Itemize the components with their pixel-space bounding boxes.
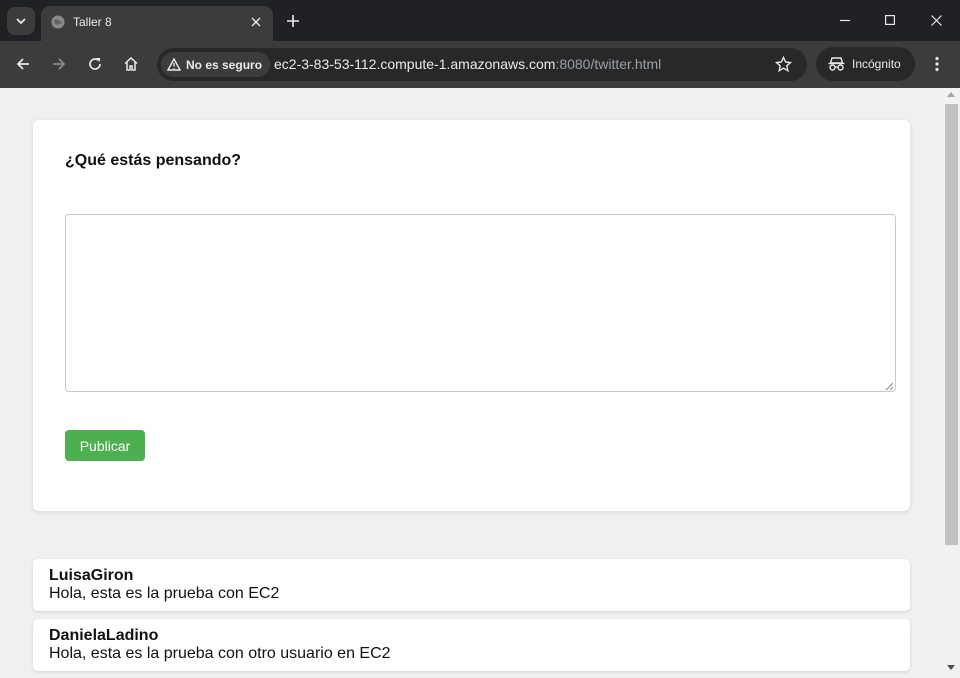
security-indicator[interactable]: No es seguro (161, 52, 271, 77)
home-icon (124, 56, 138, 71)
page-viewport: ¿Qué estás pensando? Publicar LuisaGiron… (0, 88, 943, 678)
browser-menu-button[interactable] (926, 52, 948, 76)
close-icon (251, 17, 261, 27)
post-message: Hola, esta es la prueba con otro usuario… (49, 645, 391, 662)
tab-search-button[interactable] (7, 7, 35, 35)
tab-active[interactable]: Taller 8 (41, 6, 273, 41)
reload-icon (89, 58, 101, 70)
url-path: :8080/twitter.html (555, 56, 662, 72)
more-icon (935, 56, 939, 72)
compose-title: ¿Qué estás pensando? (65, 152, 242, 169)
tab-search-icon (16, 18, 26, 25)
url-text: ec2-3-83-53-112.compute-1.amazonaws.com:… (274, 56, 661, 72)
post-textarea[interactable] (65, 214, 896, 392)
close-window-button[interactable] (913, 0, 959, 40)
maximize-button[interactable] (867, 0, 913, 40)
incognito-label: Incógnito (852, 57, 901, 71)
post-card: DanielaLadino Hola, esta es la prueba co… (33, 619, 910, 671)
bookmark-button[interactable] (773, 54, 793, 74)
tab-close-button[interactable] (247, 13, 265, 31)
incognito-indicator[interactable]: Incógnito (816, 47, 915, 81)
security-label: No es seguro (186, 57, 263, 72)
post-message: Hola, esta es la prueba con EC2 (49, 585, 280, 602)
new-tab-button[interactable] (282, 10, 304, 32)
back-icon (16, 58, 29, 70)
compose-card: ¿Qué estás pensando? Publicar (33, 120, 910, 511)
post-card: LuisaGiron Hola, esta es la prueba con E… (33, 559, 910, 611)
tab-title: Taller 8 (73, 15, 112, 29)
globe-icon (51, 15, 65, 29)
incognito-icon (828, 57, 845, 71)
address-bar[interactable]: No es seguro ec2-3-83-53-112.compute-1.a… (157, 48, 807, 81)
warning-icon (167, 58, 181, 71)
scroll-up-arrow[interactable] (947, 92, 955, 97)
forward-button[interactable] (46, 51, 72, 77)
star-icon (774, 55, 792, 72)
scroll-down-arrow[interactable] (947, 665, 955, 670)
forward-icon (53, 58, 66, 70)
home-button[interactable] (118, 51, 144, 77)
resize-grip-icon[interactable] (884, 381, 894, 391)
minimize-icon (840, 19, 850, 22)
close-icon (930, 14, 942, 26)
publish-button[interactable]: Publicar (65, 430, 145, 461)
tab-strip: Taller 8 (0, 0, 960, 41)
url-host: ec2-3-83-53-112.compute-1.amazonaws.com (274, 56, 556, 72)
vertical-scrollbar[interactable] (943, 88, 960, 678)
reload-button[interactable] (82, 51, 108, 77)
back-button[interactable] (10, 51, 36, 77)
minimize-button[interactable] (822, 0, 868, 40)
scroll-thumb[interactable] (945, 104, 958, 545)
post-username: DanielaLadino (49, 627, 159, 644)
maximize-icon (885, 15, 895, 25)
browser-toolbar: No es seguro ec2-3-83-53-112.compute-1.a… (0, 41, 960, 88)
post-username: LuisaGiron (49, 567, 134, 584)
plus-icon (287, 15, 299, 27)
